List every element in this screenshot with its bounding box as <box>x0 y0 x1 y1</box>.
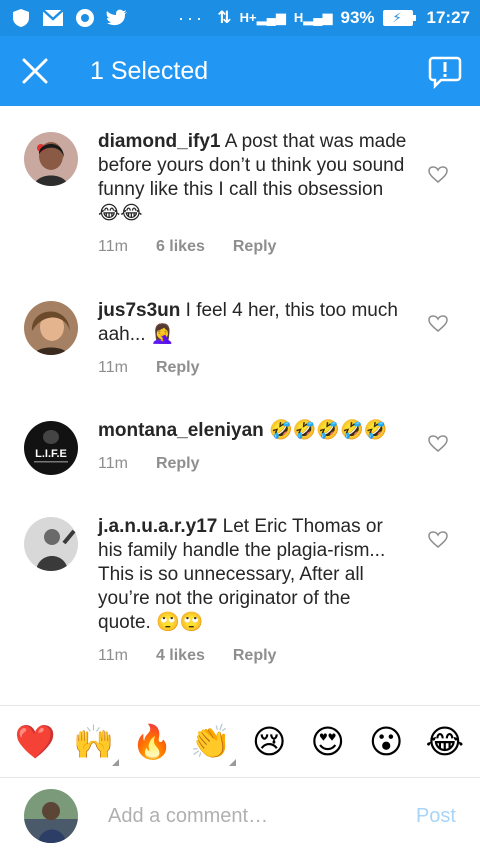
signal-icon-2: H▂▄▆ <box>293 10 333 25</box>
post-button[interactable]: Post <box>416 805 456 828</box>
report-icon <box>428 56 462 89</box>
my-avatar <box>24 789 78 843</box>
signal-icon-1: H+▂▄▆ <box>239 10 286 25</box>
raising-hands-emoji[interactable]: 🙌 <box>69 722 119 766</box>
gmail-icon <box>42 8 64 28</box>
comment-time: 11m <box>98 238 128 255</box>
clapping-hands-glyph: 👏 <box>190 722 232 760</box>
battery-charging-icon: ⚡ <box>382 10 416 26</box>
red-heart-emoji[interactable]: ❤️ <box>10 722 60 762</box>
avatar[interactable] <box>24 301 78 355</box>
comment-composer: Add a comment… Post <box>0 777 480 854</box>
tears-of-joy-emoji[interactable]: 😂 <box>420 722 470 762</box>
close-selection-button[interactable] <box>0 36 70 106</box>
avatar[interactable] <box>24 132 78 186</box>
comment-meta: 11m 6 likes Reply <box>98 238 304 256</box>
comment-username[interactable]: jus7s3un <box>98 300 180 321</box>
close-icon <box>22 58 48 84</box>
reply-button[interactable]: Reply <box>156 455 200 473</box>
comment-text: j.a.n.u.a.r.y17 Let Eric Thomas or his f… <box>98 515 408 635</box>
emoji-quick-bar: ❤️ 🙌 🔥 👏 😢 😍 😮 😂 <box>0 705 480 777</box>
battery-percent: 93% <box>340 8 375 27</box>
heart-eyes-emoji[interactable]: 😍 <box>303 722 353 762</box>
twitter-icon <box>106 8 128 28</box>
comment-text: montana_eleniyan 🤣🤣🤣🤣🤣 <box>98 419 408 443</box>
shield-icon <box>10 8 32 28</box>
raising-hands-glyph: 🙌 <box>73 722 115 760</box>
heart-icon[interactable] <box>428 315 448 333</box>
reply-button[interactable]: Reply <box>156 359 200 377</box>
avatar-life-text: L.I.F.E <box>35 448 67 460</box>
report-button[interactable] <box>410 36 480 106</box>
skin-tone-indicator <box>228 758 236 766</box>
heart-icon[interactable] <box>428 435 448 453</box>
comment-meta: 11m Reply <box>98 455 228 473</box>
data-transfer-icon: ⇅ <box>217 8 232 27</box>
comment-username[interactable]: j.a.n.u.a.r.y17 <box>98 516 217 537</box>
comment-time: 11m <box>98 455 128 472</box>
comment-likes[interactable]: 6 likes <box>156 238 205 256</box>
reply-button[interactable]: Reply <box>233 238 277 256</box>
surprised-face-emoji[interactable]: 😮 <box>361 722 411 762</box>
avatar[interactable]: L.I.F.E <box>24 421 78 475</box>
heart-icon[interactable] <box>428 531 448 549</box>
reply-button[interactable]: Reply <box>233 647 277 665</box>
avatar[interactable] <box>24 517 78 571</box>
clapping-hands-emoji[interactable]: 👏 <box>186 722 236 766</box>
crying-face-emoji[interactable]: 😢 <box>244 722 294 762</box>
page-title: 1 Selected <box>90 56 209 85</box>
comment-time: 11m <box>98 647 128 664</box>
comment-body: 🤣🤣🤣🤣🤣 <box>263 420 388 441</box>
comment-text: diamond_ify1 A post that was made before… <box>98 130 408 226</box>
comment-meta: 11m 4 likes Reply <box>98 647 304 665</box>
comment-time: 11m <box>98 359 128 376</box>
camera-aperture-icon <box>74 8 96 28</box>
heart-icon[interactable] <box>428 166 448 184</box>
comment-meta: 11m Reply <box>98 359 228 377</box>
comment-likes[interactable]: 4 likes <box>156 647 205 665</box>
more-notifications-icon: ··· <box>178 7 205 28</box>
skin-tone-indicator <box>111 758 119 766</box>
fire-emoji[interactable]: 🔥 <box>127 722 177 762</box>
comment-username[interactable]: diamond_ify1 <box>98 131 220 152</box>
comment-input[interactable]: Add a comment… <box>108 805 416 828</box>
clock-time: 17:27 <box>426 8 470 27</box>
selection-app-bar: 1 Selected <box>0 36 480 106</box>
comment-username[interactable]: montana_eleniyan <box>98 420 264 441</box>
status-bar: ··· ⇅ H+▂▄▆ H▂▄▆ 93% ⚡ 17:27 <box>0 0 480 36</box>
comment-text: jus7s3un I feel 4 her, this too much aah… <box>98 299 408 347</box>
